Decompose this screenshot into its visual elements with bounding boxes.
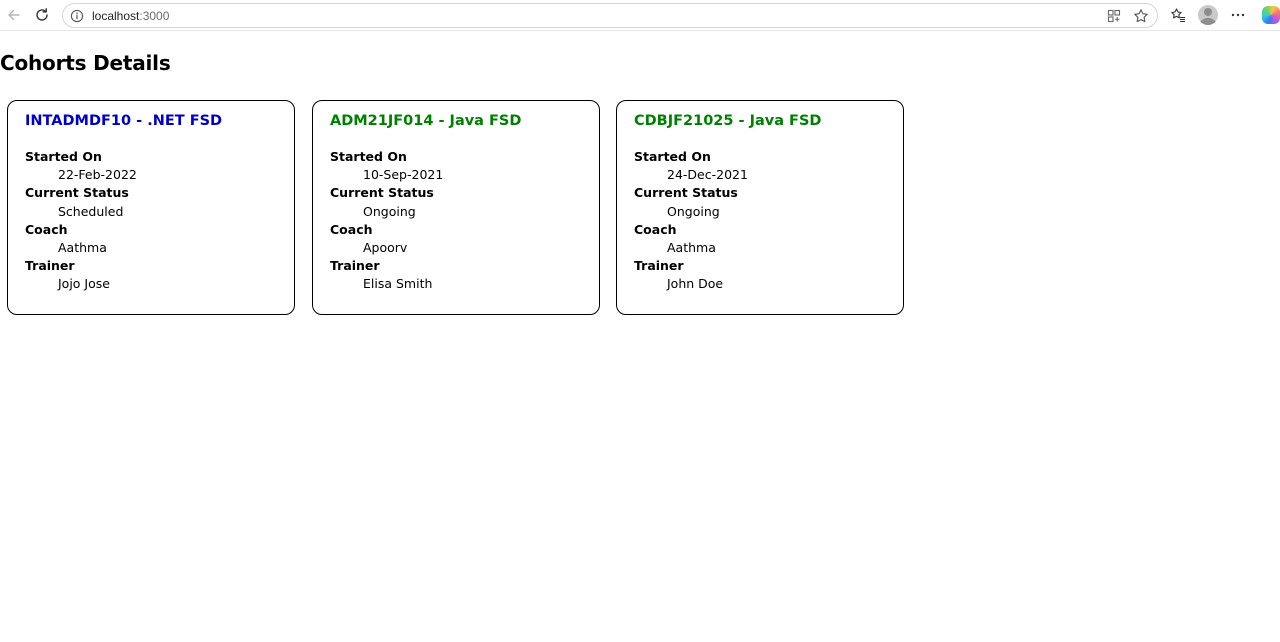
url-port: :3000 xyxy=(139,9,170,23)
app-available-icon[interactable] xyxy=(1106,8,1122,24)
started-on-value: 22-Feb-2022 xyxy=(58,167,137,183)
trainer-label: Trainer xyxy=(25,258,75,274)
favorites-button[interactable] xyxy=(1166,4,1190,26)
coach-value: Apoorv xyxy=(363,239,408,255)
current-status-value: Ongoing xyxy=(667,203,720,219)
coach-value: Aathma xyxy=(58,239,107,255)
page-title: Cohorts Details xyxy=(0,51,171,75)
started-on-label: Started On xyxy=(330,149,407,164)
browser-toolbar: localhost:3000 xyxy=(0,0,1280,31)
current-status-value: Scheduled xyxy=(58,203,124,219)
copilot-icon[interactable] xyxy=(1262,6,1280,24)
profile-avatar[interactable] xyxy=(1198,5,1218,25)
trainer-value: Elisa Smith xyxy=(363,276,433,292)
cohort-card: CDBJF21025 - Java FSD Started On 24-Dec-… xyxy=(616,100,904,315)
current-status-label: Current Status xyxy=(634,185,738,201)
more-menu-button[interactable] xyxy=(1226,4,1250,26)
back-button[interactable] xyxy=(2,4,26,26)
coach-value: Aathma xyxy=(667,239,716,255)
cohort-card-list: INTADMDF10 - .NET FSD Started On 22-Feb-… xyxy=(7,100,917,315)
coach-label: Coach xyxy=(25,221,68,237)
coach-label: Coach xyxy=(634,221,677,237)
address-url: localhost:3000 xyxy=(92,9,169,23)
cohort-card: INTADMDF10 - .NET FSD Started On 22-Feb-… xyxy=(7,100,295,315)
cohort-card: ADM21JF014 - Java FSD Started On 10-Sep-… xyxy=(312,100,600,315)
cohort-details: Started On 10-Sep-2021 Current Status On… xyxy=(330,148,590,294)
reload-icon xyxy=(34,7,50,23)
back-arrow-icon xyxy=(6,7,22,23)
address-bar[interactable]: localhost:3000 xyxy=(62,3,1158,28)
site-info-icon[interactable] xyxy=(69,8,85,24)
trainer-value: Jojo Jose xyxy=(58,276,110,292)
trainer-label: Trainer xyxy=(634,258,684,274)
favorite-star-icon[interactable] xyxy=(1133,8,1149,24)
favorites-list-icon xyxy=(1170,7,1186,23)
cohort-title: ADM21JF014 - Java FSD xyxy=(330,113,522,129)
current-status-label: Current Status xyxy=(25,185,129,201)
url-host: localhost xyxy=(92,9,140,23)
cohort-details: Started On 24-Dec-2021 Current Status On… xyxy=(634,148,894,294)
started-on-value: 10-Sep-2021 xyxy=(363,167,444,183)
cohort-title: CDBJF21025 - Java FSD xyxy=(634,113,822,129)
started-on-label: Started On xyxy=(25,149,102,164)
started-on-label: Started On xyxy=(634,149,711,164)
cohort-details: Started On 22-Feb-2022 Current Status Sc… xyxy=(25,148,285,294)
ellipsis-icon xyxy=(1230,7,1246,23)
current-status-value: Ongoing xyxy=(363,203,416,219)
reload-button[interactable] xyxy=(30,4,54,26)
coach-label: Coach xyxy=(330,221,373,237)
current-status-label: Current Status xyxy=(330,185,434,201)
cohort-title: INTADMDF10 - .NET FSD xyxy=(25,113,223,129)
started-on-value: 24-Dec-2021 xyxy=(667,167,748,183)
trainer-label: Trainer xyxy=(330,258,380,274)
trainer-value: John Doe xyxy=(667,276,724,292)
